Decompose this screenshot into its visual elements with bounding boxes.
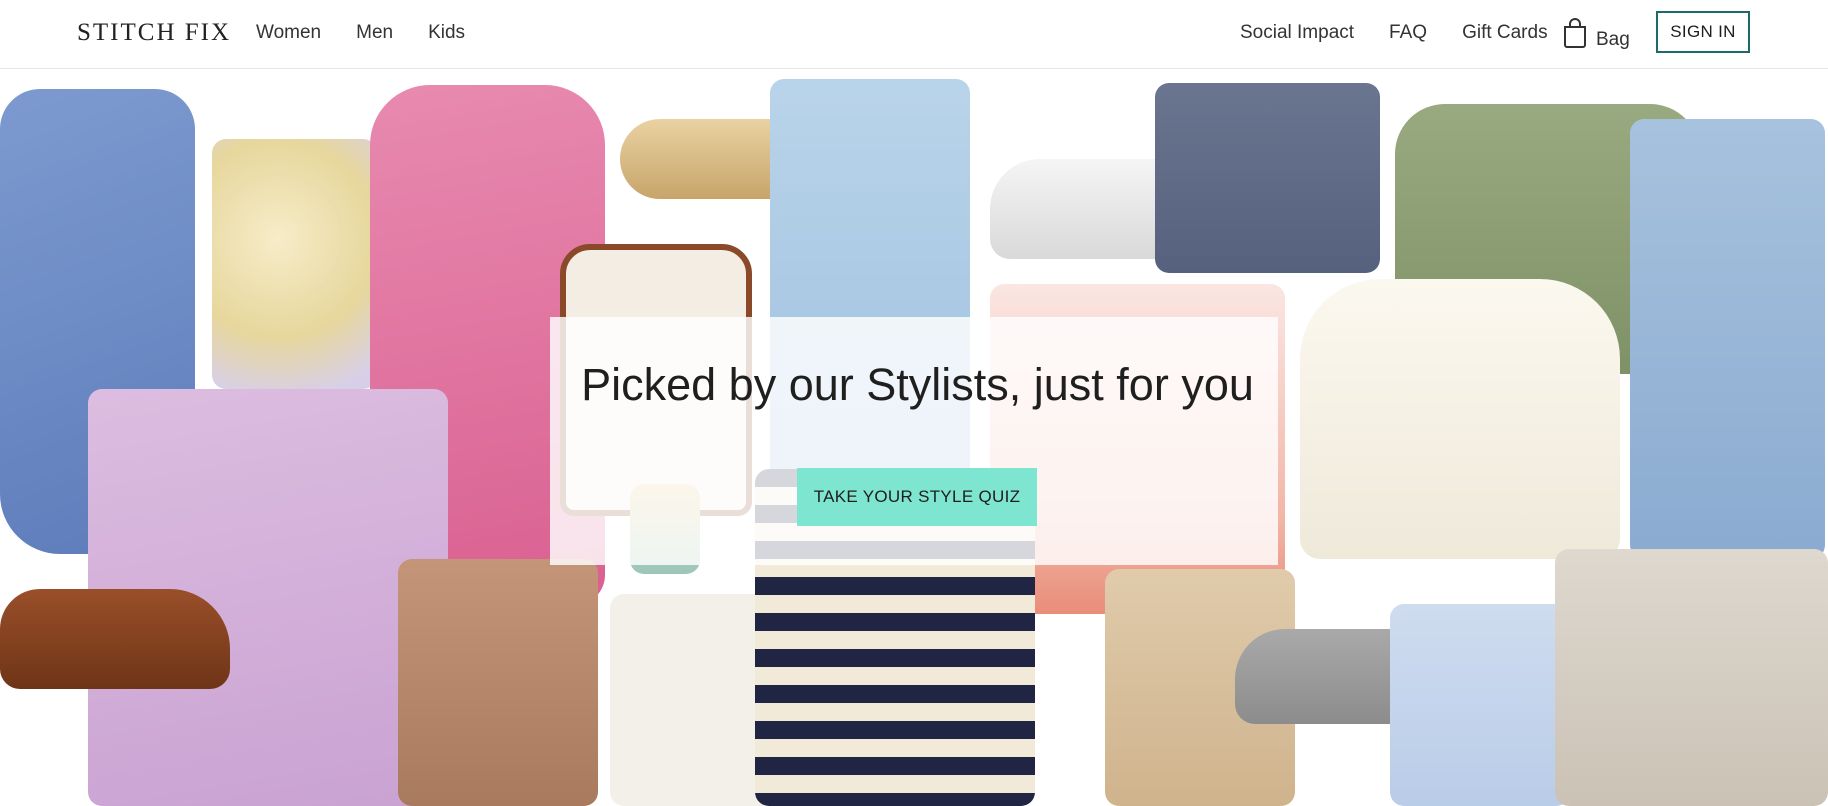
hero-collage: Picked by our Stylists, just for you TAK… bbox=[0, 69, 1828, 806]
nav-women[interactable]: Women bbox=[256, 22, 321, 44]
site-header: STITCH FIX Women Men Kids Social Impact … bbox=[0, 0, 1828, 69]
brand-logo[interactable]: STITCH FIX bbox=[77, 19, 231, 47]
blue-jeans-image bbox=[1630, 119, 1825, 559]
nav-kids[interactable]: Kids bbox=[428, 22, 465, 44]
navy-shorts-image bbox=[1155, 83, 1380, 273]
sign-in-button[interactable]: SIGN IN bbox=[1656, 11, 1750, 53]
grey-blazer-image bbox=[1555, 549, 1828, 806]
brown-heel-image bbox=[0, 589, 230, 689]
blue-shirt-image bbox=[1390, 604, 1570, 806]
hero-panel bbox=[550, 317, 1278, 565]
nav-gift-cards[interactable]: Gift Cards bbox=[1462, 22, 1548, 44]
nav-faq[interactable]: FAQ bbox=[1389, 22, 1427, 44]
cream-pullover-image bbox=[1300, 279, 1620, 559]
floral-top-image bbox=[212, 139, 377, 389]
shopping-bag-icon bbox=[1562, 18, 1588, 53]
style-quiz-button[interactable]: TAKE YOUR STYLE QUIZ bbox=[797, 468, 1037, 526]
brown-blouse-image bbox=[398, 559, 598, 806]
bag-label: Bag bbox=[1596, 29, 1630, 50]
nav-social-impact[interactable]: Social Impact bbox=[1240, 22, 1354, 44]
secondary-nav: Social Impact FAQ Gift Cards bbox=[1240, 22, 1548, 44]
bag-button[interactable]: Bag bbox=[1562, 18, 1630, 53]
nav-men[interactable]: Men bbox=[356, 22, 393, 44]
primary-nav: Women Men Kids bbox=[256, 22, 465, 44]
hero-headline: Picked by our Stylists, just for you bbox=[581, 359, 1254, 410]
